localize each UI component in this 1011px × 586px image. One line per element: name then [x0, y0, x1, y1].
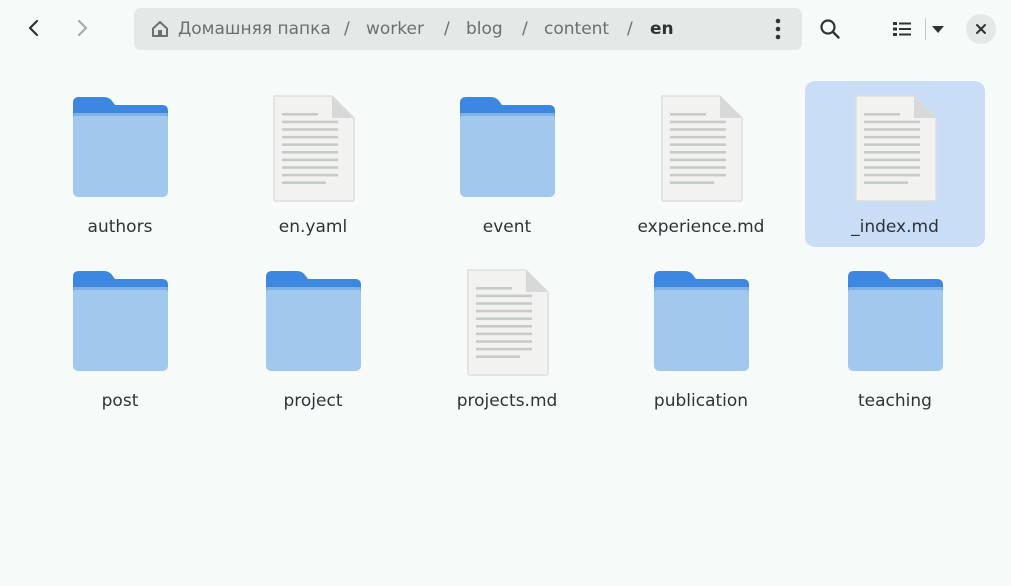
- folder-icon: [70, 95, 170, 201]
- header-bar: Домашняя папка / worker / blog / content…: [0, 0, 1011, 58]
- file-name-label: post: [101, 391, 139, 411]
- file-name-label: publication: [653, 391, 749, 411]
- breadcrumb-separator: /: [344, 19, 350, 39]
- close-button[interactable]: [966, 14, 996, 44]
- file-name-label: project: [283, 391, 343, 411]
- search-button[interactable]: [812, 11, 848, 47]
- breadcrumb-blog[interactable]: blog: [466, 8, 503, 50]
- folder-icon: [651, 269, 751, 375]
- list-view-icon: [893, 22, 911, 36]
- file-name-label: en.yaml: [278, 217, 348, 237]
- file-name-label: teaching: [858, 391, 932, 411]
- chevron-right-icon: [77, 19, 88, 37]
- folder-item[interactable]: publication: [611, 255, 791, 421]
- kebab-menu-icon: [775, 18, 781, 40]
- search-icon: [820, 19, 840, 39]
- view-mode-button[interactable]: [884, 11, 920, 47]
- text-document-icon: [270, 93, 356, 207]
- breadcrumb-separator: /: [444, 19, 450, 39]
- forward-button[interactable]: [64, 10, 100, 46]
- file-name-label: _index.md: [851, 217, 939, 237]
- folder-icon: [457, 95, 557, 201]
- folder-item[interactable]: authors: [30, 81, 210, 247]
- breadcrumb-separator: /: [522, 19, 528, 39]
- text-document-icon: [852, 93, 938, 207]
- file-manager-window: Домашняя папка / worker / blog / content…: [0, 0, 1011, 586]
- file-name-label: projects.md: [456, 391, 558, 411]
- path-menu-button[interactable]: [760, 11, 796, 47]
- path-bar: Домашняя папка / worker / blog / content…: [134, 8, 802, 50]
- back-button[interactable]: [16, 10, 52, 46]
- text-document-icon: [658, 93, 744, 207]
- chevron-left-icon: [28, 19, 39, 37]
- file-name-label: experience.md: [637, 217, 765, 237]
- breadcrumb-home[interactable]: Домашняя папка: [178, 8, 331, 50]
- file-item[interactable]: experience.md: [611, 81, 791, 247]
- file-name-label: event: [482, 217, 532, 237]
- file-item[interactable]: projects.md: [417, 255, 597, 421]
- folder-item[interactable]: post: [30, 255, 210, 421]
- text-document-icon: [464, 267, 550, 381]
- folder-icon: [70, 269, 170, 375]
- breadcrumb-content[interactable]: content: [544, 8, 609, 50]
- home-icon: [152, 21, 168, 37]
- view-options-button[interactable]: [926, 11, 950, 47]
- file-item[interactable]: _index.md: [805, 81, 985, 247]
- close-icon: [976, 24, 986, 34]
- chevron-down-icon: [932, 26, 944, 33]
- folder-item[interactable]: event: [417, 81, 597, 247]
- breadcrumb-separator: /: [627, 19, 633, 39]
- file-name-label: authors: [87, 217, 153, 237]
- folder-icon: [845, 269, 945, 375]
- folder-item[interactable]: teaching: [805, 255, 985, 421]
- breadcrumb-current[interactable]: en: [650, 8, 674, 50]
- folder-item[interactable]: project: [223, 255, 403, 421]
- file-item[interactable]: en.yaml: [223, 81, 403, 247]
- folder-icon: [263, 269, 363, 375]
- breadcrumb-worker[interactable]: worker: [366, 8, 424, 50]
